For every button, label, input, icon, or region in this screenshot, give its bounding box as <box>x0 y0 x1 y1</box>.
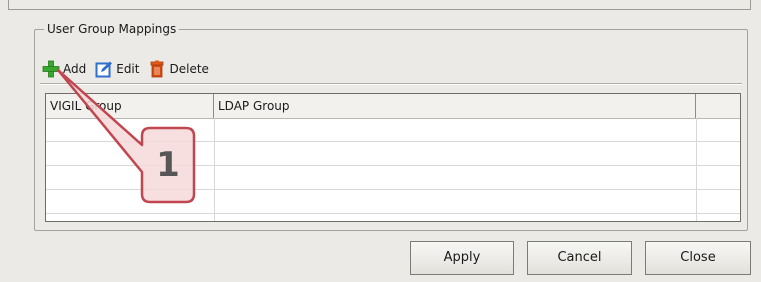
apply-button[interactable]: Apply <box>410 241 514 275</box>
delete-label: Delete <box>169 62 209 76</box>
delete-button[interactable]: Delete <box>148 60 209 78</box>
column-divider <box>214 118 215 221</box>
column-header-ldap-group[interactable]: LDAP Group <box>214 94 696 118</box>
upper-panel-border <box>8 0 751 10</box>
column-divider <box>696 118 697 221</box>
toolbar: Add Edit Delete <box>42 58 218 80</box>
edit-label: Edit <box>116 62 140 76</box>
column-header-vigil-group[interactable]: VIGIL Group <box>46 94 214 118</box>
group-title: User Group Mappings <box>44 21 180 37</box>
add-button[interactable]: Add <box>42 60 86 78</box>
plus-icon <box>42 60 60 78</box>
edit-button[interactable]: Edit <box>95 60 139 78</box>
toolbar-separator <box>40 83 742 85</box>
table-header: VIGIL Group LDAP Group <box>46 94 740 119</box>
add-label: Add <box>63 62 87 76</box>
cancel-button[interactable]: Cancel <box>527 241 632 275</box>
callout-number: 1 <box>156 145 180 185</box>
trash-icon <box>148 60 166 78</box>
edit-icon <box>95 60 113 78</box>
column-header-extra[interactable] <box>696 94 740 118</box>
close-button[interactable]: Close <box>645 241 751 275</box>
